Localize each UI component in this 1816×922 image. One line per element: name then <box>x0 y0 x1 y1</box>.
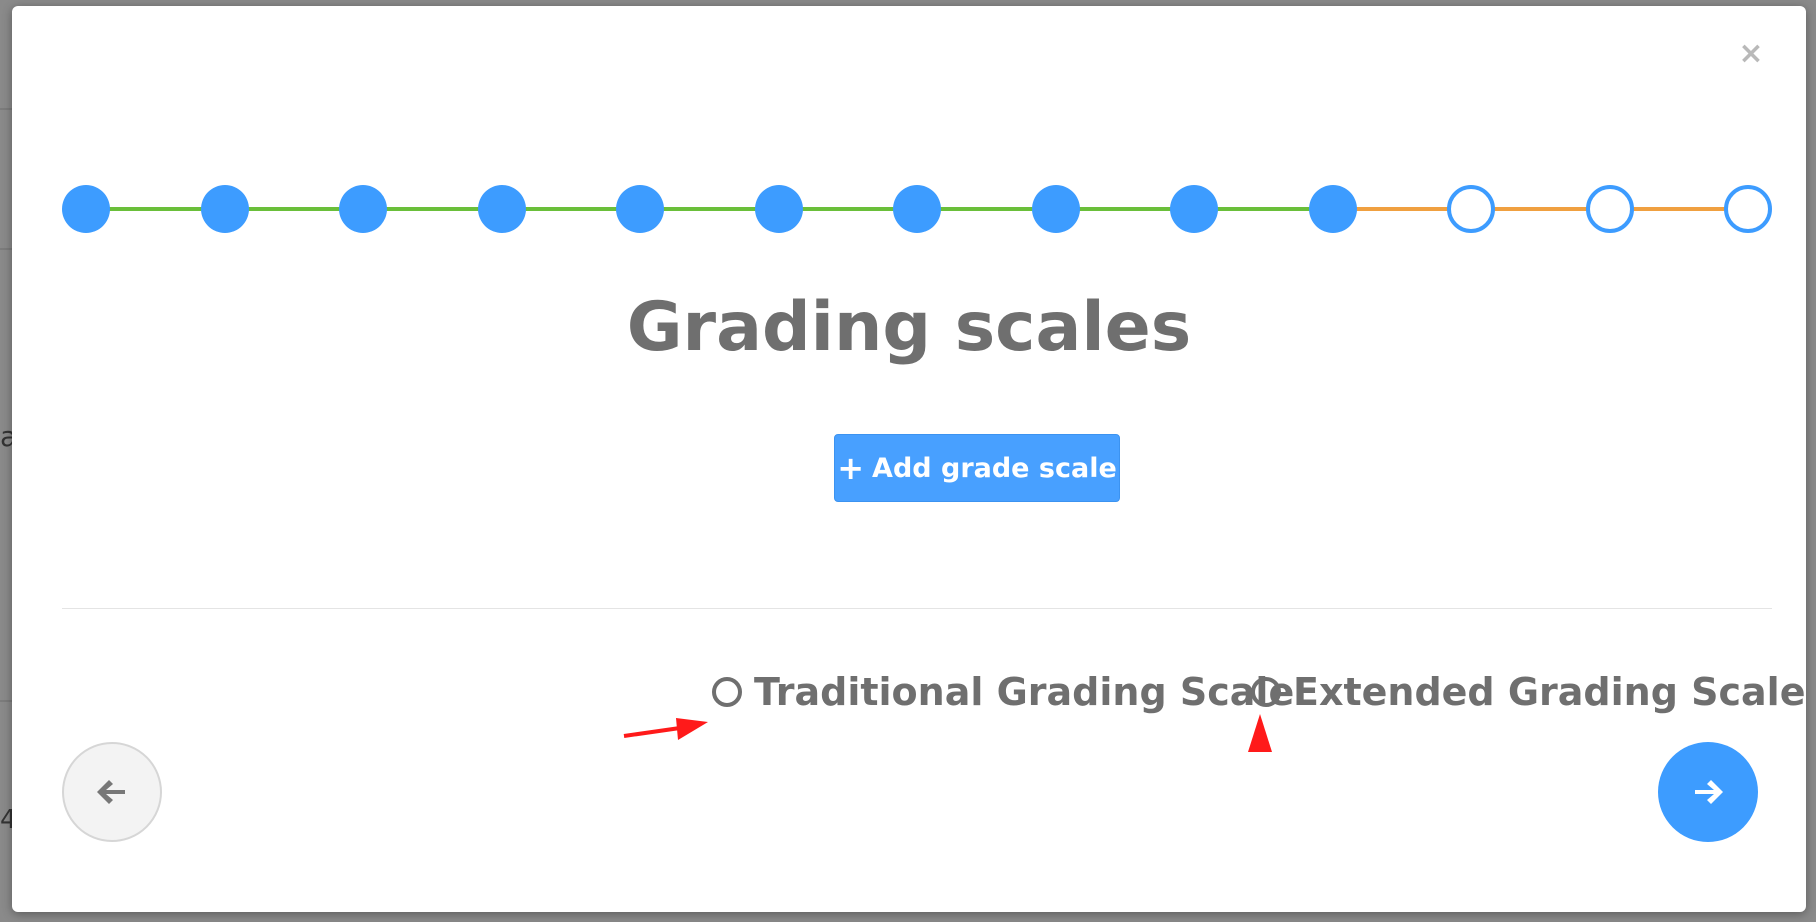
backdrop-line <box>0 108 12 110</box>
extended-grading-scale-label[interactable]: Extended Grading Scale <box>1293 670 1805 714</box>
plus-icon: + <box>837 449 865 487</box>
previous-button[interactable] <box>62 742 162 842</box>
close-icon: × <box>1738 35 1764 71</box>
traditional-grading-scale-radio[interactable] <box>712 677 742 707</box>
traditional-grading-scale-label[interactable]: Traditional Grading Scale <box>754 670 1294 714</box>
traditional-grading-scale-option[interactable]: Traditional Grading Scale <box>712 670 1294 714</box>
add-grade-scale-label: Add grade scale <box>872 452 1117 484</box>
annotation-arrow-extended <box>1248 714 1272 752</box>
step-dot-pending[interactable] <box>1724 185 1772 233</box>
page-title: Grading scales <box>626 288 1192 367</box>
step-dot-completed[interactable] <box>1308 185 1357 233</box>
step-dot-pending[interactable] <box>1447 185 1495 233</box>
grading-scales-modal: × Grading scales + Add grade scale Tradi… <box>12 6 1806 912</box>
step-dot-completed[interactable] <box>893 185 941 233</box>
step-dot-completed[interactable] <box>616 185 664 233</box>
annotation-arrow-traditional <box>623 718 708 740</box>
step-dot-completed[interactable] <box>1031 185 1080 233</box>
step-dot-completed[interactable] <box>339 185 387 233</box>
step-dot-completed[interactable] <box>200 185 249 233</box>
divider <box>62 608 1772 609</box>
add-grade-scale-button[interactable]: + Add grade scale <box>834 434 1120 502</box>
step-dot-completed[interactable] <box>477 185 526 233</box>
step-dot-completed[interactable] <box>1170 185 1218 233</box>
extended-grading-scale-option[interactable]: Extended Grading Scale <box>1251 670 1805 714</box>
step-dot-pending[interactable] <box>1585 185 1634 233</box>
step-dot-completed[interactable] <box>62 185 110 233</box>
close-button[interactable]: × <box>1734 35 1768 71</box>
next-button[interactable] <box>1658 742 1758 842</box>
arrow-right-icon <box>1695 780 1723 804</box>
step-dot-completed[interactable] <box>754 185 803 233</box>
backdrop-line <box>0 248 12 250</box>
extended-grading-scale-radio[interactable] <box>1251 677 1281 707</box>
backdrop-line <box>0 700 12 702</box>
arrow-left-icon <box>97 780 125 804</box>
progress-stepper <box>62 182 1772 236</box>
